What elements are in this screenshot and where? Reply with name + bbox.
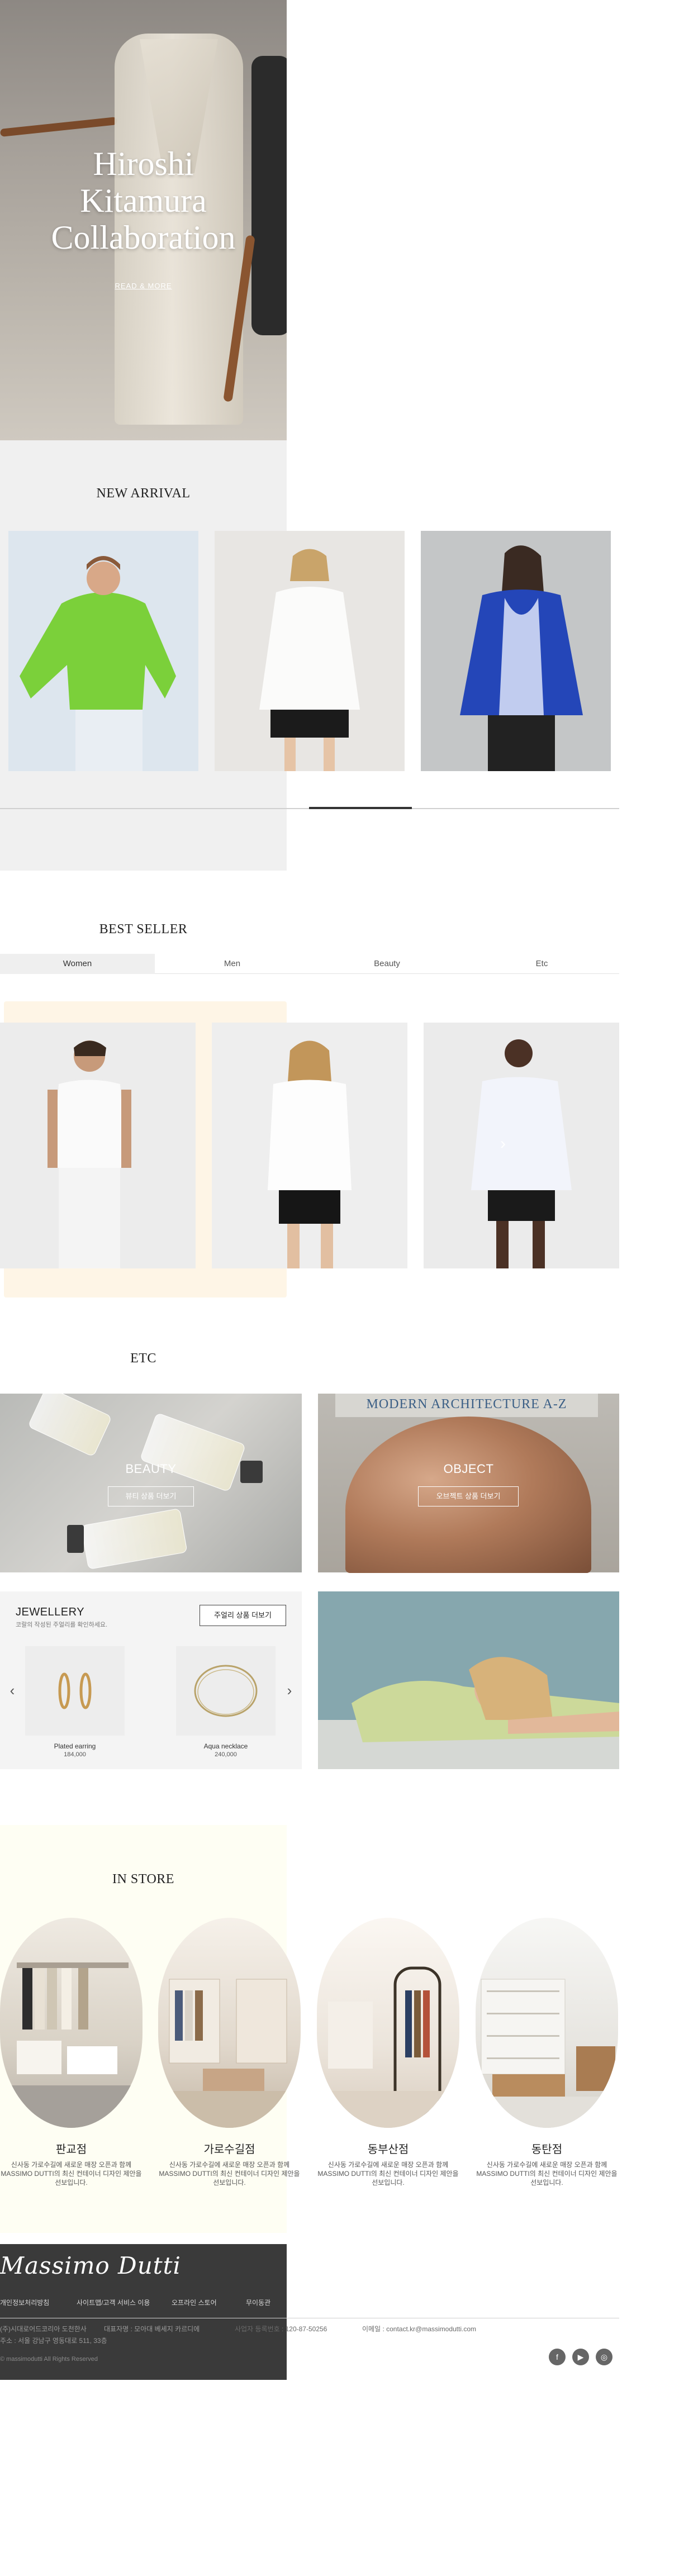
beauty-more-button[interactable]: 뷰티 상품 더보기 [108,1486,194,1506]
instagram-icon[interactable]: ◎ [596,2349,612,2365]
new-arrival-scrollbar-thumb[interactable] [309,807,412,809]
jewellery-subtitle: 코랄의 작성된 주얼리를 확인하세요. [16,1622,108,1628]
model-image[interactable] [318,1591,620,1769]
in-store-title: IN STORE [112,1872,174,1886]
footer-ceo: 대표자명 : 모아대 베세지 카르디에 [104,2325,200,2333]
footer-logo[interactable]: Massimo Dutti [0,2252,181,2279]
best-seller-title: BEST SELLER [99,922,188,937]
chevron-right-icon[interactable]: › [496,1135,510,1152]
blue-shirt-figure [421,531,611,771]
necklace-image [176,1646,276,1736]
object-label: OBJECT [443,1462,494,1476]
product-card-white-tunic[interactable] [215,531,405,771]
lime-shirt-figure [8,531,198,771]
tab-etc[interactable]: Etc [464,954,619,974]
beauty-bottle [27,1394,112,1457]
youtube-icon[interactable]: ▶ [572,2349,589,2365]
jewellery-title: JEWELLERY [16,1606,85,1618]
store-interior-4 [476,1979,618,2128]
etc-title: ETC [130,1351,156,1366]
footer-link-offline-store[interactable]: 오프라인 스토어 [172,2298,217,2307]
store-name-garosugil: 가로수길점 [203,2144,255,2156]
facebook-icon[interactable]: f [549,2349,566,2365]
beauty-label: BEAUTY [125,1462,177,1476]
necklace-price: 240,000 [215,1751,237,1758]
beauty-bottle [139,1412,246,1493]
tab-men[interactable]: Men [155,954,310,974]
hero-title-line2: Kitamura [80,182,207,219]
chevron-left-icon[interactable]: ‹ [6,1682,19,1699]
store-desc-garosugil: 신사동 가로수길에 새로운 매장 오픈과 함께 MASSIMO DUTTI의 최… [159,2161,300,2187]
store-image-pangyo[interactable] [0,1918,143,2128]
footer-email[interactable]: 이메일 : contact.kr@massimodutti.com [362,2324,476,2333]
blue-shirt-shorts-figure [424,1023,619,1268]
product-card-blue-shirt[interactable] [421,531,611,771]
jewellery-more-button[interactable]: 주얼리 상품 더보기 [200,1605,286,1626]
store-interior-3 [317,1966,459,2128]
product-card-lime-shirt[interactable] [8,531,198,771]
store-interior-2 [158,1979,301,2128]
footer-link-privacy[interactable]: 개인정보처리방침 [0,2298,49,2307]
reclining-model-figure [318,1591,620,1769]
object-more-button[interactable]: 오브젝트 상품 더보기 [418,1486,519,1506]
white-tunic-figure [215,531,405,771]
footer-address: 주소 : 서울 강남구 영동대로 511, 33층 [0,2337,107,2345]
hero-title-line1: Hiroshi [93,145,194,182]
jewellery-item-necklace[interactable] [176,1646,276,1736]
footer-copyright: © massimodutti All Rights Reserved [0,2356,98,2363]
footer-company: (주)시대로어드코리아 도천한사 [0,2325,87,2333]
store-desc-dongtan: 신사동 가로수길에 새로운 매장 오픈과 함께 MASSIMO DUTTI의 최… [476,2161,618,2187]
store-desc-dongbusan: 신사동 가로수길에 새로운 매장 오픈과 함께 MASSIMO DUTTI의 최… [317,2161,459,2187]
beauty-bottle [80,1508,188,1570]
best-seller-tabs: Women Men Beauty Etc [0,954,619,974]
best-seller-card-2[interactable] [212,1023,407,1268]
tab-women[interactable]: Women [0,954,155,974]
object-book-title: MODERN ARCHITECTURE A-Z [366,1397,567,1411]
hero-branch [0,117,118,137]
earring-image [25,1646,125,1736]
store-name-pangyo: 판교점 [55,2144,87,2156]
footer-biz-no: 사업자 등록번호 : 120-87-50256 [235,2325,327,2333]
store-image-dongbusan[interactable] [317,1918,459,2128]
necklace-name: Aqua necklace [203,1742,248,1750]
store-image-garosugil[interactable] [158,1918,301,2128]
earring-name: Plated earring [54,1742,96,1750]
beauty-bottle-cap [67,1525,84,1553]
jewellery-item-earring[interactable] [25,1646,125,1736]
new-arrival-title: NEW ARRIVAL [96,486,191,501]
hero-link-wrap: READ & MORE [0,282,287,290]
best-seller-card-3[interactable] [424,1023,619,1268]
hero-read-more-link[interactable]: READ & MORE [115,282,172,290]
best-seller-card-1[interactable] [0,1023,196,1268]
hero-title-line3: Collaboration [51,219,236,256]
store-name-dongtan: 동탄점 [531,2144,563,2156]
white-shirt-shorts-figure [212,1023,407,1268]
store-desc-pangyo: 신사동 가로수길에 새로운 매장 오픈과 함께 MASSIMO DUTTI의 최… [1,2161,142,2187]
chevron-right-icon[interactable]: › [283,1682,296,1699]
store-image-dongtan[interactable] [476,1918,618,2128]
beauty-tile[interactable] [0,1394,302,1572]
earring-price: 184,000 [64,1751,86,1758]
tab-beauty[interactable]: Beauty [310,954,464,974]
hero-title: Hiroshi Kitamura Collaboration [0,145,287,256]
store-name-dongbusan: 동부산점 [367,2144,409,2156]
footer-link-museum[interactable]: 무이동관 [246,2298,270,2307]
store-interior-1 [0,1962,143,2128]
footer-link-sitemap[interactable]: 사이트맵/고객 서비스 이용 [77,2298,150,2307]
sleeveless-top-figure [0,1023,196,1268]
